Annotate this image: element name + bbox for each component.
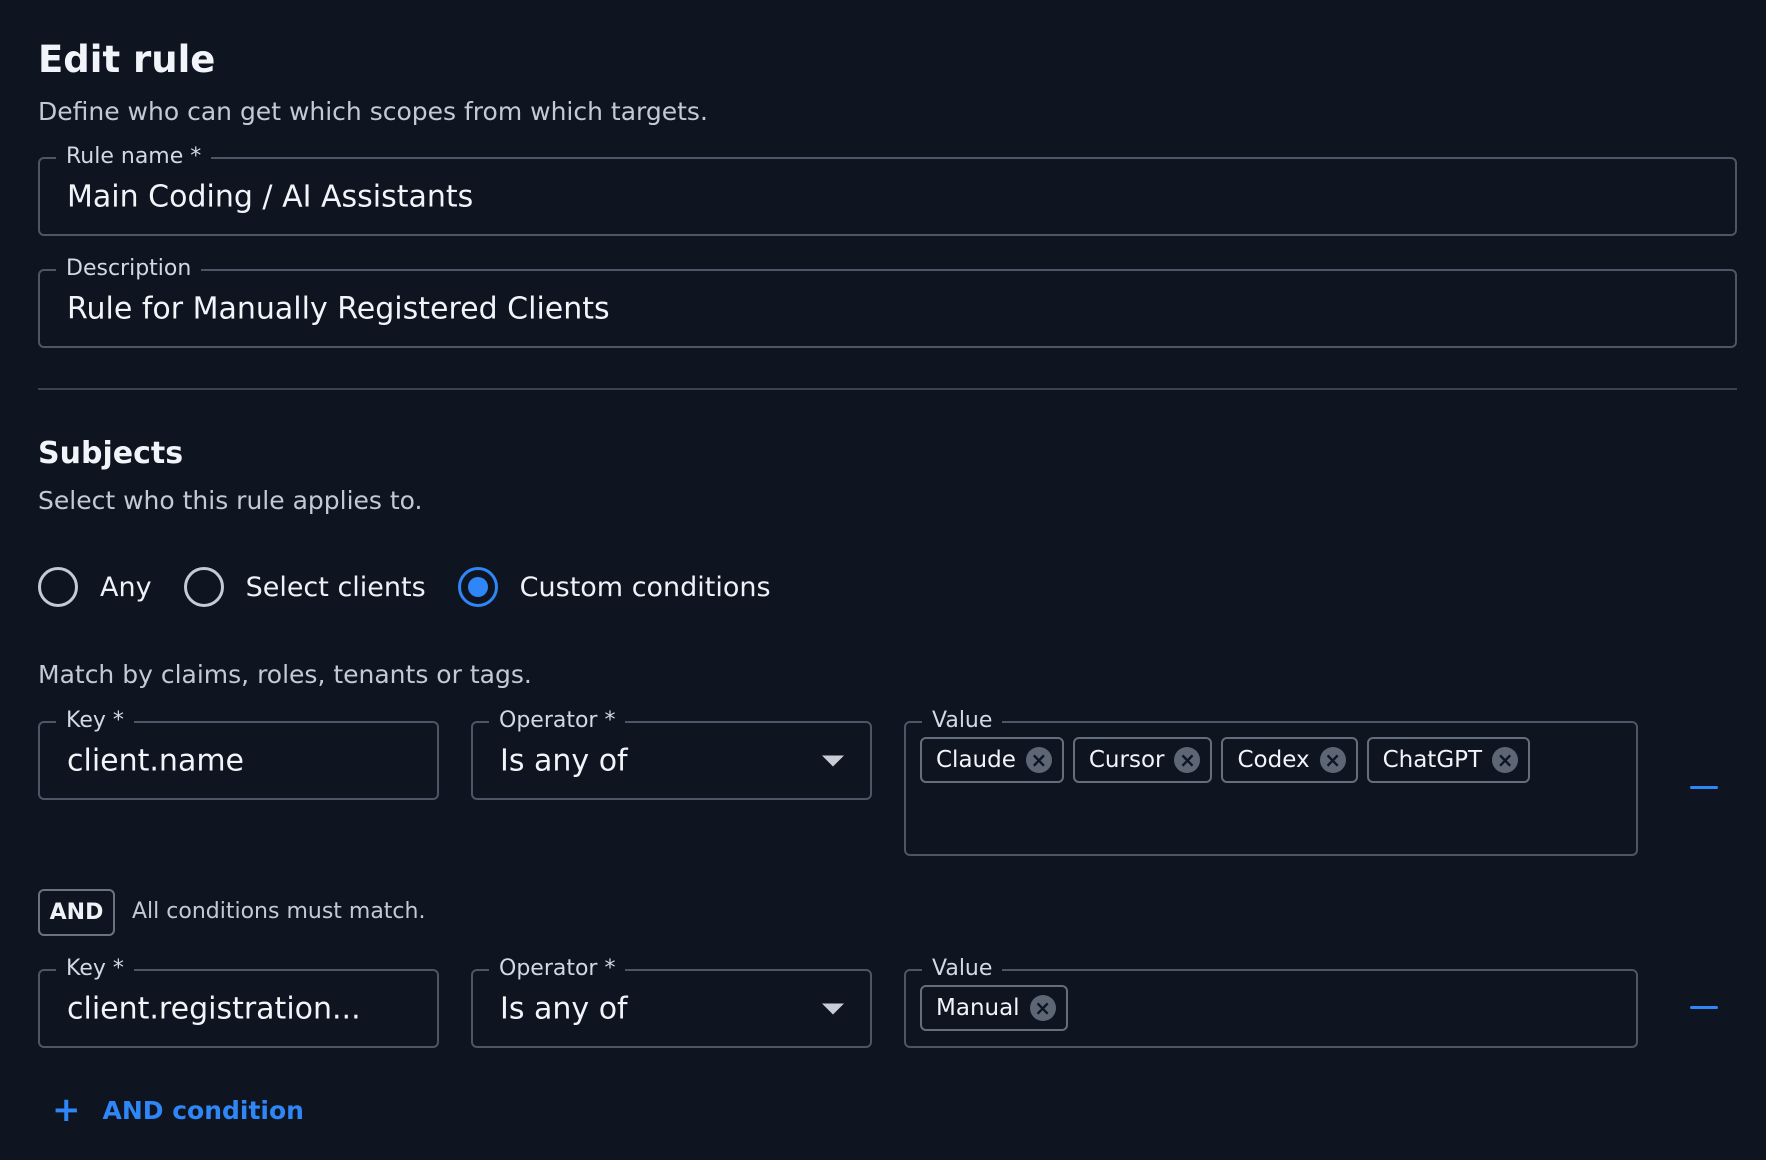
value-chip: Codex × xyxy=(1221,737,1358,783)
radio-select-clients-circle[interactable] xyxy=(183,567,224,607)
radio-select-clients[interactable]: Select clients xyxy=(183,567,426,607)
chevron-down-icon[interactable] xyxy=(822,1003,844,1014)
section-divider xyxy=(38,388,1737,390)
radio-any[interactable]: Any xyxy=(38,567,152,607)
description-value[interactable]: Rule for Manually Registered Clients xyxy=(67,291,610,326)
rule-name-value[interactable]: Main Coding / AI Assistants xyxy=(67,179,473,214)
close-icon[interactable]: × xyxy=(1029,995,1056,1021)
condition-1-key-label: Key * xyxy=(56,707,134,735)
value-chip-label: Cursor xyxy=(1088,747,1165,773)
condition-2-operator-value: Is any of xyxy=(500,991,628,1026)
subjects-title: Subjects xyxy=(38,436,184,471)
subject-type-radio-group: Any Select clients Custom conditions xyxy=(38,566,803,608)
description-field[interactable]: Description Rule for Manually Registered… xyxy=(38,255,1737,348)
close-icon[interactable]: × xyxy=(1025,747,1052,773)
rule-name-field[interactable]: Rule name * Main Coding / AI Assistants xyxy=(38,143,1737,236)
condition-2-operator-select[interactable]: Operator * Is any of xyxy=(471,955,872,1048)
radio-custom-conditions[interactable]: Custom conditions xyxy=(457,567,771,607)
value-chip-label: Codex xyxy=(1237,747,1310,773)
description-label: Description xyxy=(56,255,202,283)
condition-1-operator-label: Operator * xyxy=(489,707,626,735)
value-chip: Cursor × xyxy=(1072,737,1213,783)
minus-icon xyxy=(1690,786,1718,789)
condition-1-value-label: Value xyxy=(922,707,1003,735)
condition-2-value-chips: Manual × xyxy=(920,985,1077,1031)
and-badge: AND xyxy=(38,889,115,936)
and-note: All conditions must match. xyxy=(132,899,426,924)
value-chip: ChatGPT × xyxy=(1366,737,1531,783)
condition-2-key-value[interactable]: client.registration... xyxy=(67,991,361,1026)
chevron-down-icon[interactable] xyxy=(822,755,844,766)
radio-custom-conditions-label: Custom conditions xyxy=(519,571,771,603)
plus-icon: + xyxy=(52,1090,81,1130)
condition-2-key-field[interactable]: Key * client.registration... xyxy=(38,955,439,1048)
radio-any-label: Any xyxy=(100,571,152,603)
subjects-subtitle: Select who this rule applies to. xyxy=(38,486,423,515)
condition-2-key-label: Key * xyxy=(56,955,134,983)
radio-select-clients-label: Select clients xyxy=(245,571,426,603)
value-chip-label: ChatGPT xyxy=(1382,747,1483,773)
minus-icon xyxy=(1690,1006,1718,1009)
radio-custom-conditions-circle[interactable] xyxy=(457,567,498,607)
condition-1-operator-value: Is any of xyxy=(500,743,628,778)
remove-condition-1-button[interactable] xyxy=(1682,766,1726,810)
value-chip-label: Manual xyxy=(936,995,1020,1021)
close-icon[interactable]: × xyxy=(1174,747,1201,773)
condition-2-value-label: Value xyxy=(922,955,1003,983)
close-icon[interactable]: × xyxy=(1492,747,1519,773)
condition-1-key-field[interactable]: Key * client.name xyxy=(38,707,439,800)
page-subtitle: Define who can get which scopes from whi… xyxy=(38,97,708,126)
condition-1-operator-select[interactable]: Operator * Is any of xyxy=(471,707,872,800)
match-note: Match by claims, roles, tenants or tags. xyxy=(38,660,532,689)
value-chip: Claude × xyxy=(920,737,1064,783)
condition-2-value-field[interactable]: Value Manual × xyxy=(904,955,1638,1048)
page-title: Edit rule xyxy=(38,38,216,81)
condition-1-value-chips: Claude × Cursor × Codex × ChatGPT × xyxy=(920,737,1539,783)
rule-name-label: Rule name * xyxy=(56,143,212,171)
condition-1-key-value[interactable]: client.name xyxy=(67,743,244,778)
add-and-condition-button[interactable]: + AND condition xyxy=(52,1093,304,1127)
condition-2-operator-label: Operator * xyxy=(489,955,626,983)
close-icon[interactable]: × xyxy=(1319,747,1346,773)
add-and-condition-label: AND condition xyxy=(102,1095,304,1125)
radio-any-circle[interactable] xyxy=(38,567,78,607)
remove-condition-2-button[interactable] xyxy=(1682,986,1726,1030)
condition-1-value-field[interactable]: Value Claude × Cursor × Codex × ChatGPT … xyxy=(904,707,1638,856)
value-chip-label: Claude xyxy=(936,747,1016,773)
value-chip: Manual × xyxy=(920,985,1068,1031)
